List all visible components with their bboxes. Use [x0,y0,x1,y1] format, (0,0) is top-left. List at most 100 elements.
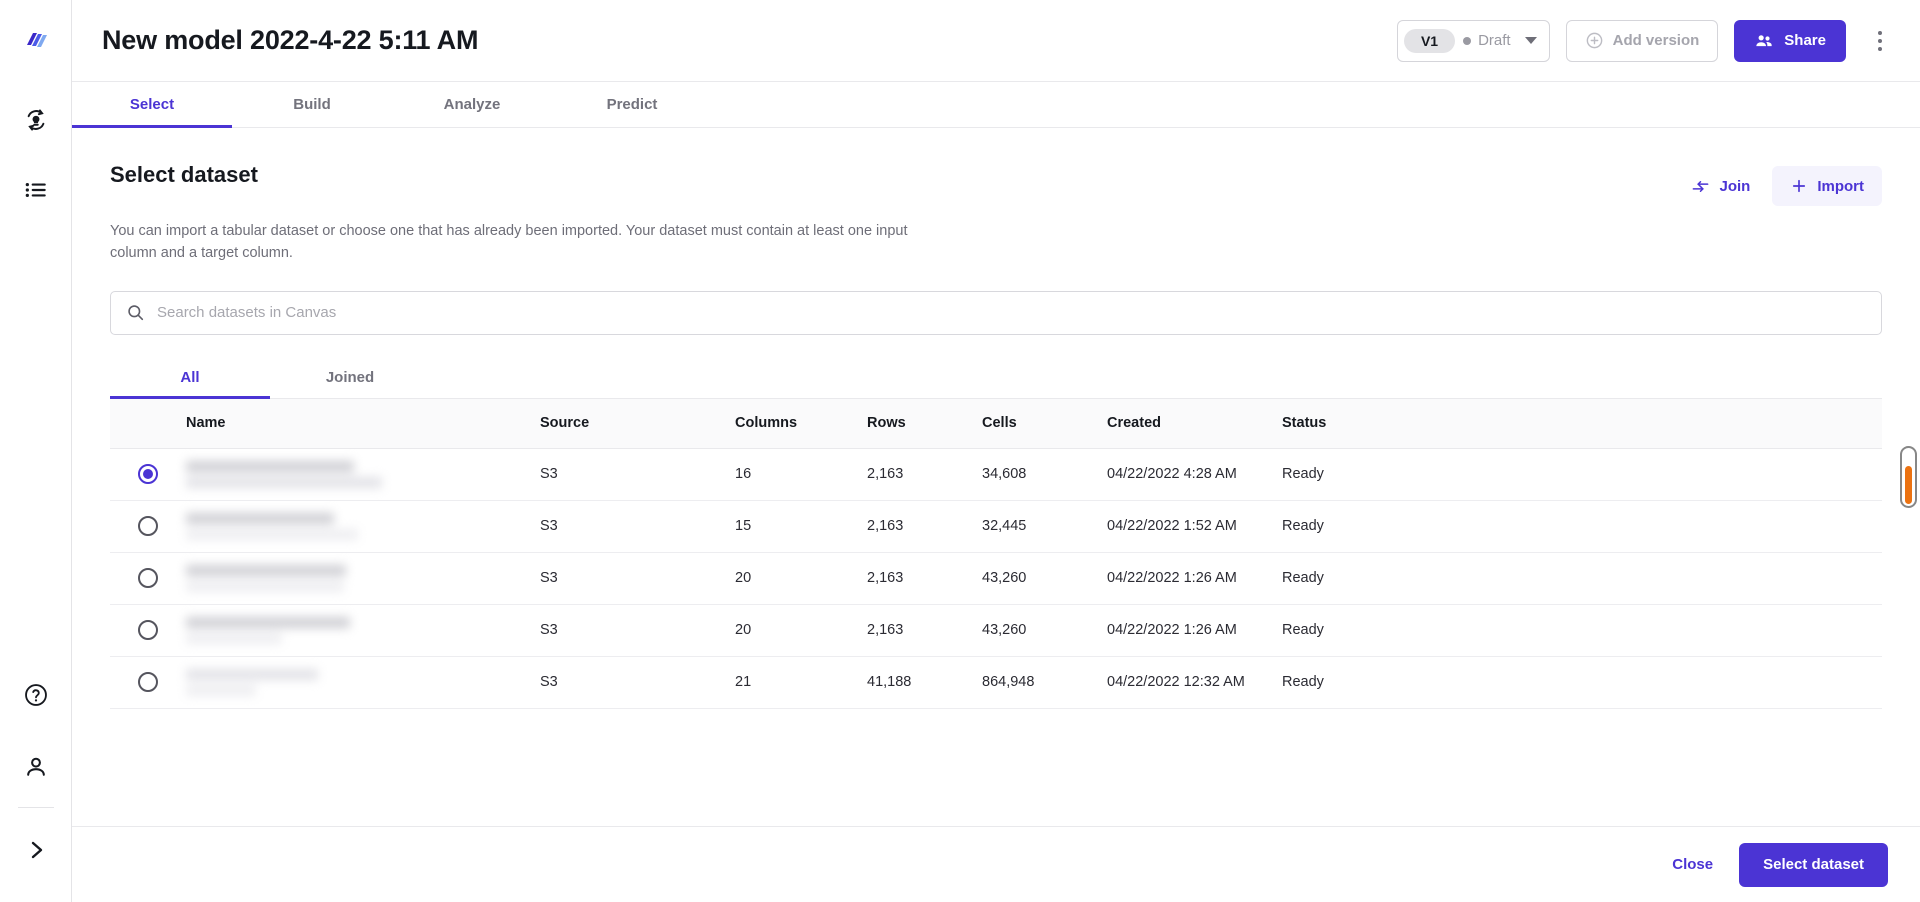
table-header-row: Name Source Columns Rows Cells Created S… [110,398,1882,449]
redacted-dataset-name [186,616,540,644]
row-radio[interactable] [138,620,158,641]
cell-status: Ready [1282,622,1324,639]
version-chip: V1 [1403,28,1456,53]
canvas-logo-icon[interactable] [14,22,58,66]
column-header-source[interactable]: Source [540,415,735,431]
vertical-scrollbar[interactable] [1900,446,1917,508]
column-header-name[interactable]: Name [186,415,540,431]
cell-cells: 43,260 [982,622,1027,639]
cell-rows: 41,188 [867,674,912,691]
table-row[interactable]: S3 20 2,163 43,260 04/22/2022 1:26 AM Re… [110,552,1882,605]
search-input[interactable] [157,304,1866,322]
cell-created: 04/22/2022 4:28 AM [1107,466,1237,483]
row-radio[interactable] [138,464,158,485]
cell-cells: 34,608 [982,466,1027,483]
table-row[interactable]: S3 20 2,163 43,260 04/22/2022 1:26 AM Re… [110,604,1882,657]
main-column: New model 2022-4-22 5:11 AM V1 Draft Add… [72,0,1920,902]
table-row[interactable]: S3 21 41,188 864,948 04/22/2022 12:32 AM… [110,656,1882,709]
rail-divider [17,807,54,808]
cell-source: S3 [540,622,558,639]
cell-rows: 2,163 [867,466,904,483]
primary-tabs: Select Build Analyze Predict [72,82,1920,128]
cell-cells: 864,948 [982,674,1035,691]
section-title: Select dataset [110,162,258,187]
tab-select[interactable]: Select [72,82,232,128]
user-icon[interactable] [14,745,58,789]
tab-build[interactable]: Build [232,82,392,127]
chevron-down-icon[interactable] [1524,37,1537,44]
subtab-all[interactable]: All [110,357,270,399]
subtab-joined[interactable]: Joined [270,357,430,398]
cell-rows: 2,163 [867,570,904,587]
share-button[interactable]: Share [1734,19,1846,62]
search-icon [128,305,144,321]
section-actions: Join Import [1677,162,1882,206]
row-radio[interactable] [138,516,158,537]
left-nav-rail [0,0,72,902]
tab-predict[interactable]: Predict [552,82,712,127]
cell-columns: 20 [735,622,752,639]
cell-created: 04/22/2022 12:32 AM [1107,674,1245,691]
help-circle-icon[interactable] [14,673,58,717]
datasets-table: Name Source Columns Rows Cells Created S… [110,398,1882,709]
version-status-label: Draft [1478,32,1511,49]
dataset-filter-tabs: All Joined [110,357,1882,399]
list-icon[interactable] [14,168,58,212]
app-root: New model 2022-4-22 5:11 AM V1 Draft Add… [0,0,1920,902]
table-row[interactable]: S3 16 2,163 34,608 04/22/2022 4:28 AM Re… [110,448,1882,501]
tab-analyze[interactable]: Analyze [392,82,552,127]
cell-created: 04/22/2022 1:26 AM [1107,570,1237,587]
search-field[interactable] [110,290,1882,335]
cell-source: S3 [540,570,558,587]
column-header-columns[interactable]: Columns [735,415,867,431]
plus-circle-icon [1586,32,1602,49]
cell-rows: 2,163 [867,518,904,535]
dialog-footer: Close Select dataset [72,826,1920,902]
chevron-right-icon[interactable] [14,828,58,872]
cell-source: S3 [540,466,558,483]
row-radio[interactable] [138,672,158,693]
cell-status: Ready [1282,570,1324,587]
import-label: Import [1817,177,1864,195]
cell-name [186,616,540,644]
cell-cells: 32,445 [982,518,1027,535]
redacted-dataset-name [186,512,540,540]
add-version-label: Add version [1612,32,1700,49]
column-header-created[interactable]: Created [1107,415,1282,431]
cell-name [186,668,540,696]
cell-name [186,460,540,488]
join-label: Join [1719,177,1751,195]
version-selector[interactable]: V1 Draft [1396,19,1550,62]
cell-source: S3 [540,518,558,535]
app-header: New model 2022-4-22 5:11 AM V1 Draft Add… [72,0,1920,82]
redacted-dataset-name [186,564,540,592]
join-button[interactable]: Join [1677,166,1764,206]
cell-name [186,512,540,540]
column-header-rows[interactable]: Rows [867,415,982,431]
more-options-icon[interactable] [1862,21,1898,61]
cell-columns: 20 [735,570,752,587]
redacted-dataset-name [186,460,540,488]
redacted-dataset-name [186,668,540,696]
close-button[interactable]: Close [1672,856,1713,873]
share-label: Share [1784,32,1826,49]
add-version-button[interactable]: Add version [1565,19,1719,62]
scrollbar-thumb[interactable] [1905,466,1912,504]
column-header-status[interactable]: Status [1282,415,1882,431]
cell-rows: 2,163 [867,622,904,639]
cell-created: 04/22/2022 1:52 AM [1107,518,1237,535]
join-arrows-icon [1693,180,1709,192]
table-row[interactable]: S3 15 2,163 32,445 04/22/2022 1:52 AM Re… [110,500,1882,553]
cell-status: Ready [1282,466,1324,483]
page-title: New model 2022-4-22 5:11 AM [102,25,479,55]
select-dataset-button[interactable]: Select dataset [1739,842,1888,887]
cell-status: Ready [1282,518,1324,535]
model-bulb-icon[interactable] [14,98,58,142]
import-button[interactable]: Import [1772,166,1882,206]
section-description: You can import a tabular dataset or choo… [110,223,908,262]
cell-name [186,564,540,592]
plus-icon [1793,179,1806,193]
column-header-cells[interactable]: Cells [982,415,1107,431]
cell-cells: 43,260 [982,570,1027,587]
row-radio[interactable] [138,568,158,589]
